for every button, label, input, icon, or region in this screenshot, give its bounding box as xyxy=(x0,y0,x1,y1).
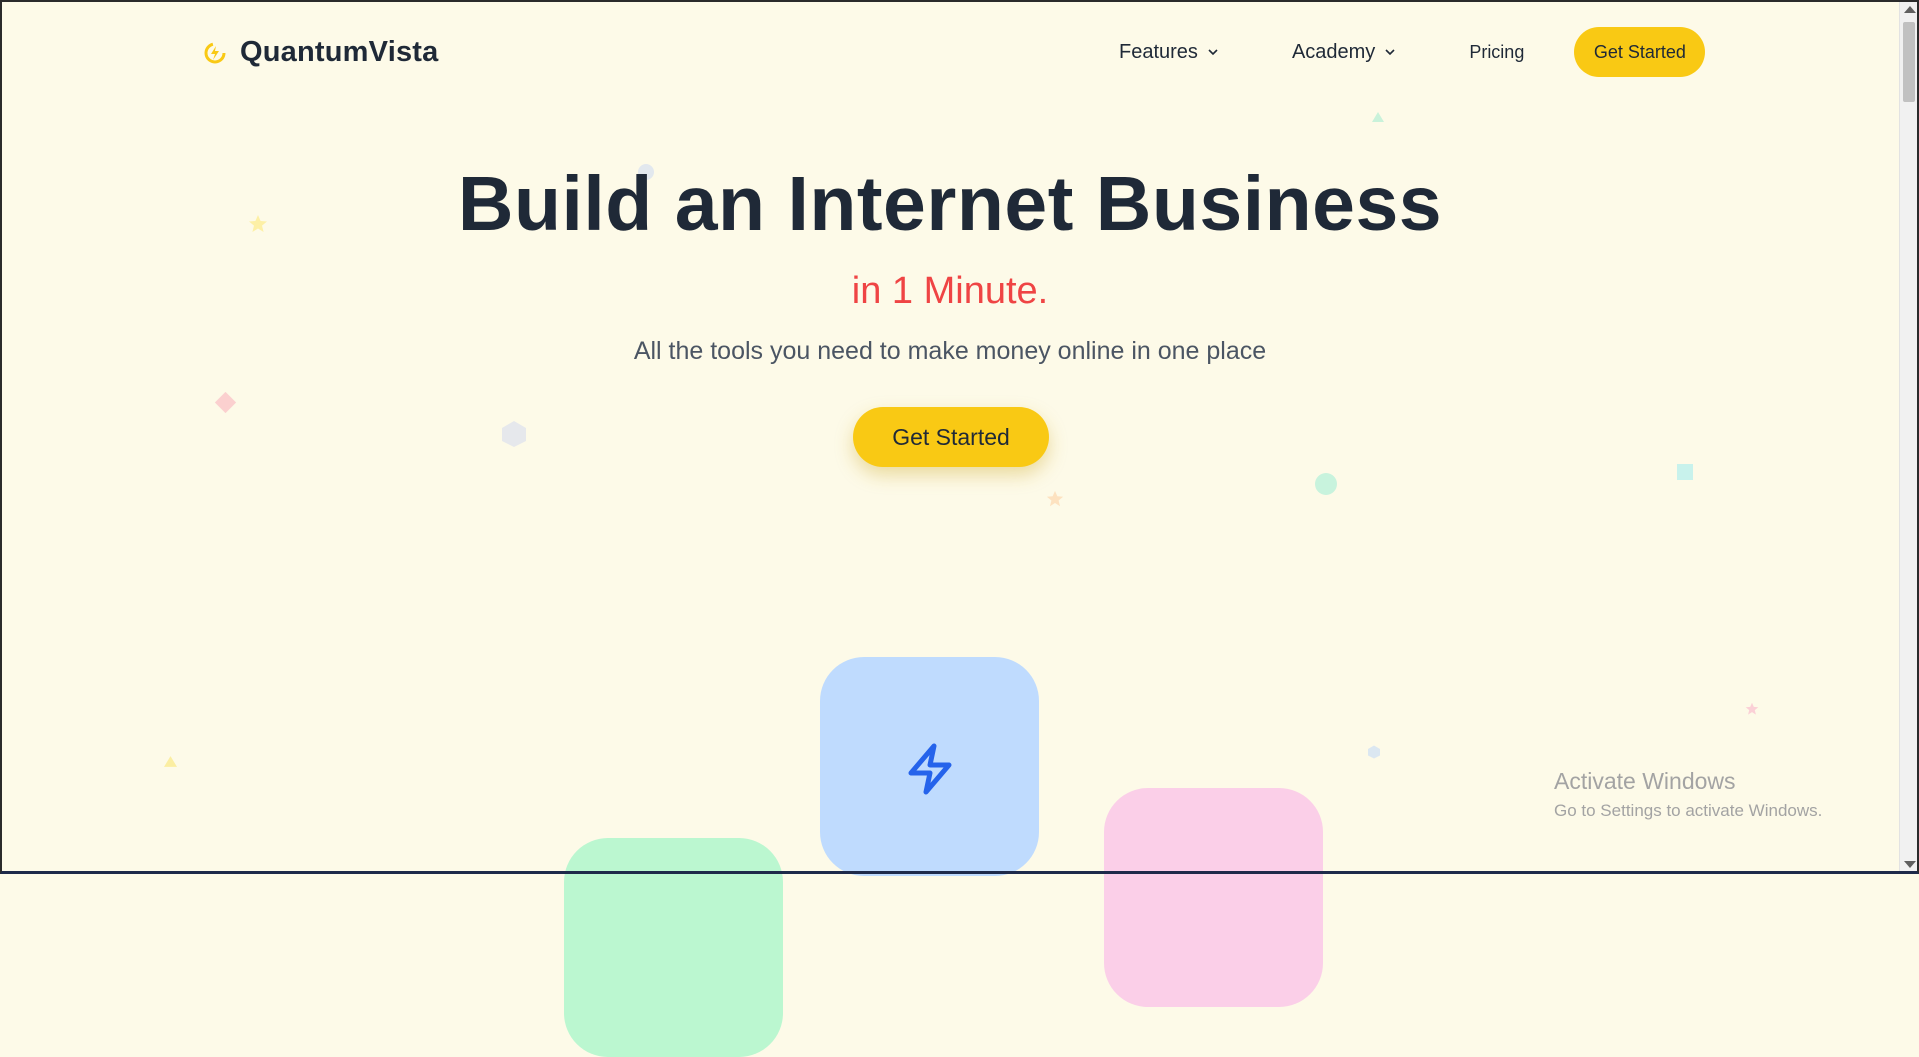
logo-icon xyxy=(204,42,226,63)
nav-item-pricing[interactable]: Pricing xyxy=(1469,42,1524,63)
feature-card-blue[interactable] xyxy=(820,657,1039,876)
nav-item-academy[interactable]: Academy xyxy=(1292,41,1397,64)
watermark-subtitle: Go to Settings to activate Windows. xyxy=(1554,801,1823,820)
triangle-decoration xyxy=(1372,112,1384,122)
vertical-scrollbar[interactable] xyxy=(1899,0,1919,874)
square-decoration xyxy=(1677,464,1693,480)
top-nav: QuantumVista Features Academy Pricing Ge… xyxy=(0,0,1900,106)
nav-item-label: Academy xyxy=(1291,40,1376,63)
scroll-up-arrow-icon[interactable] xyxy=(1904,6,1916,13)
nav-item-label: Pricing xyxy=(1469,41,1525,62)
brand-logo[interactable]: QuantumVista xyxy=(204,36,438,69)
scroll-down-arrow-icon[interactable] xyxy=(1904,861,1916,868)
chevron-down-icon xyxy=(1385,49,1395,56)
feature-card-green[interactable] xyxy=(564,838,783,1057)
nav-links: Features Academy Pricing Get Started xyxy=(1119,27,1706,77)
circle-decoration xyxy=(1315,473,1337,495)
hero-subtitle: in 1 Minute. xyxy=(851,270,1049,312)
feature-card-pink[interactable] xyxy=(1104,788,1323,1007)
watermark-title: Activate Windows xyxy=(1554,768,1736,794)
hexagon-decoration xyxy=(1368,745,1380,759)
hero-title: Build an Internet Business xyxy=(457,161,1443,247)
hero-description: All the tools you need to make money onl… xyxy=(633,337,1267,365)
diamond-decoration xyxy=(214,391,237,414)
nav-get-started-button[interactable]: Get Started xyxy=(1574,27,1706,77)
hexagon-decoration xyxy=(502,421,526,447)
star-decoration xyxy=(1046,490,1064,507)
hero-get-started-button[interactable]: Get Started xyxy=(853,407,1049,467)
scroll-thumb[interactable] xyxy=(1903,22,1915,102)
brand-name: QuantumVista xyxy=(240,36,439,68)
nav-item-label: Features xyxy=(1119,40,1198,63)
os-activation-watermark: Activate Windows Go to Settings to activ… xyxy=(1554,768,1822,821)
lightning-bolt-icon xyxy=(908,743,952,795)
chevron-down-icon xyxy=(1208,49,1218,56)
star-decoration xyxy=(1745,702,1759,715)
nav-item-features[interactable]: Features xyxy=(1119,41,1220,64)
triangle-decoration xyxy=(164,756,177,767)
